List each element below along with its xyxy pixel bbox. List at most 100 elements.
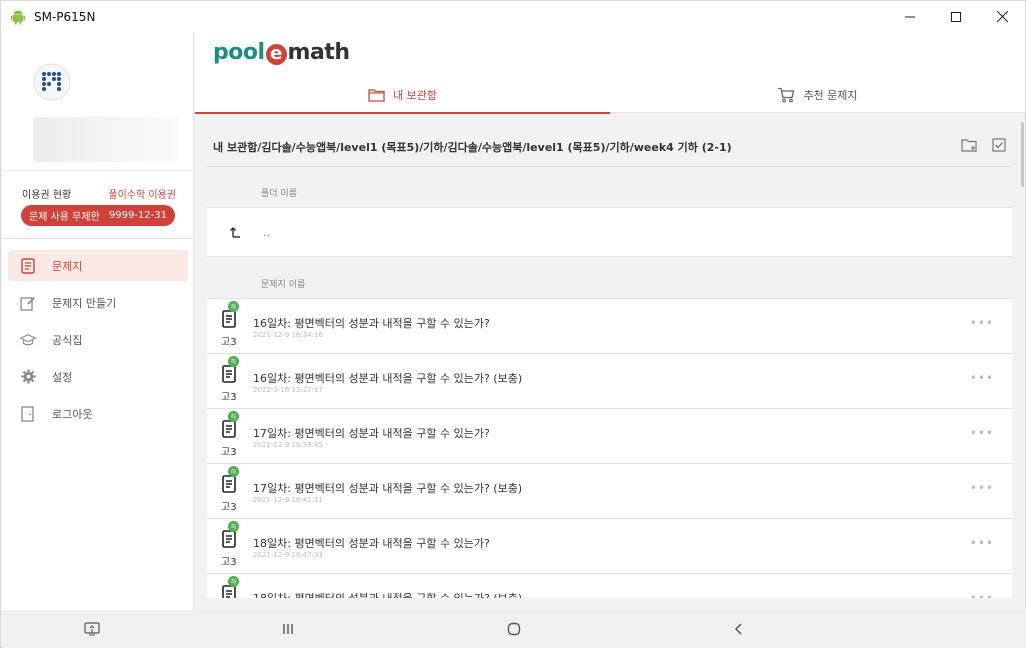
plan-row: 이용권 현황 풀이수학 이용권 bbox=[22, 186, 176, 201]
worksheet-title: 17일차: 평면벡터의 성분과 내적을 구할 수 있는가? bbox=[253, 427, 490, 440]
graduation-cap-icon bbox=[20, 332, 36, 348]
grade-label: 고3 bbox=[221, 447, 237, 458]
level-badge: 하 bbox=[228, 521, 239, 532]
plan-status: 이용권 현황 풀이수학 이용권 문제 사용 무제한 9999-12-31 bbox=[2, 170, 194, 239]
worksheet-title: 16일차: 평면벡터의 성분과 내적을 구할 수 있는가? bbox=[253, 317, 490, 330]
brand-bar: pool e math bbox=[195, 32, 1025, 76]
worksheet-date: 2022-2-16 13:27:17 bbox=[253, 386, 323, 394]
usage-label: 문제 사용 무제한 bbox=[29, 212, 100, 223]
sidebar-item-label: 설정 bbox=[52, 370, 73, 384]
expiry-date: 9999-12-31 bbox=[108, 210, 167, 221]
tab-bar: 내 보관함 추천 문제지 bbox=[195, 76, 1025, 114]
worksheet-section-label: 문제지 이름 bbox=[261, 280, 306, 290]
app-logo-icon bbox=[33, 63, 71, 101]
brand-part1: pool bbox=[213, 40, 265, 65]
new-folder-icon bbox=[961, 139, 977, 152]
checkbox-icon bbox=[992, 138, 1006, 152]
maximize-button[interactable] bbox=[933, 1, 979, 32]
worksheet-title: 17일차: 평면벡터의 성분과 내적을 구할 수 있는가? (보충) bbox=[253, 482, 523, 495]
worksheet-title: 16일차: 평면벡터의 성분과 내적을 구할 수 있는가? (보충) bbox=[253, 372, 523, 385]
arrow-up-icon bbox=[229, 226, 241, 238]
title-bar: SM-P615N bbox=[1, 1, 1025, 32]
back-button[interactable] bbox=[730, 620, 748, 638]
scrollbar[interactable] bbox=[1021, 122, 1024, 187]
sidebar-item-label: 로그아웃 bbox=[52, 407, 93, 421]
logout-door-icon bbox=[20, 405, 36, 422]
more-options-button[interactable]: ••• bbox=[970, 481, 994, 495]
worksheet-title: 18일차: 평면벡터의 성분과 내적을 구할 수 있는가? bbox=[253, 537, 490, 550]
edit-icon bbox=[20, 295, 36, 311]
screen-mirror-icon bbox=[84, 622, 100, 636]
worksheet-title: 18일차: 평면벡터의 성분과 내적을 구할 수 있는가? (보충) bbox=[253, 590, 522, 598]
screen-mirror-button[interactable] bbox=[83, 620, 101, 638]
sidebar-item-create-worksheet[interactable]: 문제지 만들기 bbox=[8, 287, 188, 318]
grade-label: 고3 bbox=[221, 557, 237, 568]
grade-label: 고3 bbox=[221, 502, 237, 513]
maximize-icon bbox=[951, 11, 961, 22]
sidebar-item-label: 공식집 bbox=[52, 333, 83, 347]
profile-info-blurred bbox=[33, 117, 178, 162]
level-badge: 하 bbox=[228, 466, 239, 477]
list-item[interactable]: 하고3 16일차: 평면벡터의 성분과 내적을 구할 수 있는가? 2021-12-… bbox=[207, 298, 1012, 353]
list-item[interactable]: 하 고3 17일차: 평면벡터의 성분과 내적을 구할 수 있는가? (보충) 202… bbox=[207, 463, 1012, 518]
minimize-button[interactable] bbox=[887, 1, 933, 32]
recent-apps-icon bbox=[283, 624, 293, 634]
close-button[interactable] bbox=[979, 1, 1025, 32]
list-item[interactable]: 하 고3 16일차: 평면벡터의 성분과 내적을 구할 수 있는가? (보충) 202… bbox=[207, 353, 1012, 408]
folder-icon bbox=[368, 88, 385, 102]
sidebar-item-settings[interactable]: 설정 bbox=[8, 361, 188, 392]
bottom-nav-bar bbox=[2, 610, 1026, 648]
sidebar-item-label: 문제지 만들기 bbox=[52, 296, 117, 310]
more-options-button[interactable]: ••• bbox=[970, 426, 994, 440]
list-item[interactable]: 하고3 18일차: 평면벡터의 성분과 내적을 구할 수 있는가? 2021-12-… bbox=[207, 518, 1012, 573]
worksheet-date: 2021-12-9 16:39:45 bbox=[253, 441, 323, 449]
select-button[interactable] bbox=[992, 137, 1006, 156]
sidebar: 이용권 현황 풀이수학 이용권 문제 사용 무제한 9999-12-31 문제지… bbox=[2, 32, 194, 610]
sidebar-item-label: 문제지 bbox=[52, 259, 83, 273]
minimize-icon bbox=[905, 16, 915, 17]
more-options-button[interactable]: ••• bbox=[970, 591, 994, 598]
more-options-button[interactable]: ••• bbox=[970, 371, 994, 385]
list-item[interactable]: 하고318일차: 평면벡터의 성분과 내적을 구할 수 있는가? (보충)••• bbox=[207, 573, 1012, 598]
level-badge: 하 bbox=[228, 411, 239, 422]
grade-label: 고3 bbox=[221, 392, 237, 403]
sidebar-nav: 문제지 문제지 만들기 공식집 설정 로그아웃 bbox=[2, 247, 194, 435]
worksheet-icon bbox=[20, 257, 36, 274]
tab-recommended-worksheets[interactable]: 추천 문제지 bbox=[610, 76, 1025, 113]
close-icon bbox=[996, 11, 1008, 22]
new-folder-button[interactable] bbox=[961, 137, 978, 156]
folder-up-row[interactable]: .. bbox=[207, 207, 1012, 257]
sidebar-item-worksheets[interactable]: 문제지 bbox=[8, 250, 188, 281]
home-icon bbox=[507, 622, 521, 636]
app-window: SM-P615N 이용권 현황 풀이수학 이용권 문제 사용 무제한 9999-… bbox=[0, 0, 1026, 648]
brand-part2: e bbox=[265, 44, 287, 65]
worksheet-date: 2021-12-9 16:47:33 bbox=[253, 551, 323, 559]
worksheet-list: 하 고3 16일차: 평면벡터의 성분과 내적을 구할 수 있는가? 2021-12-… bbox=[207, 298, 1012, 598]
plan-name: 풀이수학 이용권 bbox=[108, 190, 176, 201]
window-title: SM-P615N bbox=[34, 9, 96, 24]
brand-part3: math bbox=[287, 40, 350, 65]
worksheet-date: 2021-12-9 16:34:16 bbox=[253, 331, 323, 339]
breadcrumb-path: 내 보관함/김다솔/수능앱북/level1 (목표5)/기하/김다솔/수능앱북/… bbox=[213, 140, 732, 154]
recent-apps-button[interactable] bbox=[279, 620, 297, 638]
window-controls bbox=[887, 1, 1025, 32]
grade-label: 고3 bbox=[221, 337, 237, 348]
plan-usage-pill: 문제 사용 무제한 9999-12-31 bbox=[21, 205, 175, 226]
level-badge: 하 bbox=[228, 576, 239, 587]
tab-label: 추천 문제지 bbox=[803, 88, 858, 102]
plan-label: 이용권 현황 bbox=[22, 190, 72, 201]
more-options-button[interactable]: ••• bbox=[970, 536, 994, 550]
android-icon bbox=[11, 10, 25, 24]
tab-label: 내 보관함 bbox=[393, 88, 437, 102]
path-actions bbox=[961, 137, 1006, 156]
list-item[interactable]: 하고3 17일차: 평면벡터의 성분과 내적을 구할 수 있는가? 2021-12-… bbox=[207, 408, 1012, 463]
breadcrumb: 내 보관함/김다솔/수능앱북/level1 (목표5)/기하/김다솔/수능앱북/… bbox=[207, 127, 1012, 167]
sidebar-item-logout[interactable]: 로그아웃 bbox=[8, 398, 188, 429]
home-button[interactable] bbox=[505, 620, 523, 638]
back-icon bbox=[734, 623, 742, 635]
more-options-button[interactable]: ••• bbox=[970, 316, 994, 330]
level-badge: 하 bbox=[228, 301, 239, 312]
sidebar-item-formulas[interactable]: 공식집 bbox=[8, 324, 188, 355]
gear-icon bbox=[20, 369, 36, 385]
tab-my-storage[interactable]: 내 보관함 bbox=[195, 76, 610, 114]
